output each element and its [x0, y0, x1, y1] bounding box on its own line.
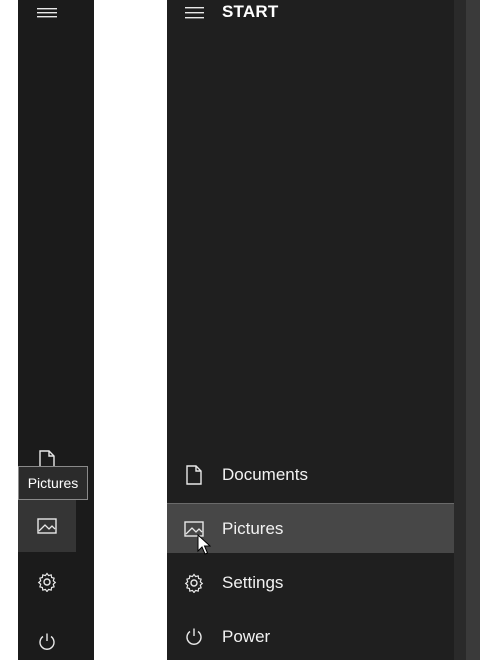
rail-settings-button[interactable]	[18, 558, 76, 606]
nav-item-label: Pictures	[222, 518, 284, 538]
screen: Pictures START Documents Pictures Settin…	[0, 0, 480, 660]
power-icon	[184, 627, 204, 647]
power-icon	[39, 633, 55, 650]
start-header: START	[167, 0, 454, 26]
nav-item-power[interactable]: Power	[167, 612, 454, 660]
nav-item-documents[interactable]: Documents	[167, 450, 454, 500]
gear-icon	[37, 572, 57, 592]
collapsed-start-rail	[18, 0, 94, 660]
panel-edge-shadow	[454, 0, 480, 660]
nav-item-label: Settings	[222, 573, 284, 592]
start-menu-panel: START Documents Pictures Settings Power	[167, 0, 454, 660]
mouse-cursor-icon	[197, 534, 211, 555]
pictures-tooltip: Pictures	[18, 466, 88, 500]
pictures-icon	[37, 518, 57, 534]
hamburger-icon	[37, 8, 57, 18]
hamburger-icon[interactable]	[185, 4, 205, 20]
gear-icon	[184, 573, 204, 593]
nav-item-settings[interactable]: Settings	[167, 558, 454, 608]
rail-hamburger-button[interactable]	[18, 0, 76, 26]
start-title: START	[222, 2, 279, 21]
nav-item-label: Power	[222, 627, 271, 646]
rail-power-button[interactable]	[18, 618, 76, 660]
document-icon	[184, 465, 204, 485]
rail-pictures-button[interactable]	[18, 500, 76, 552]
nav-item-label: Documents	[222, 465, 308, 484]
